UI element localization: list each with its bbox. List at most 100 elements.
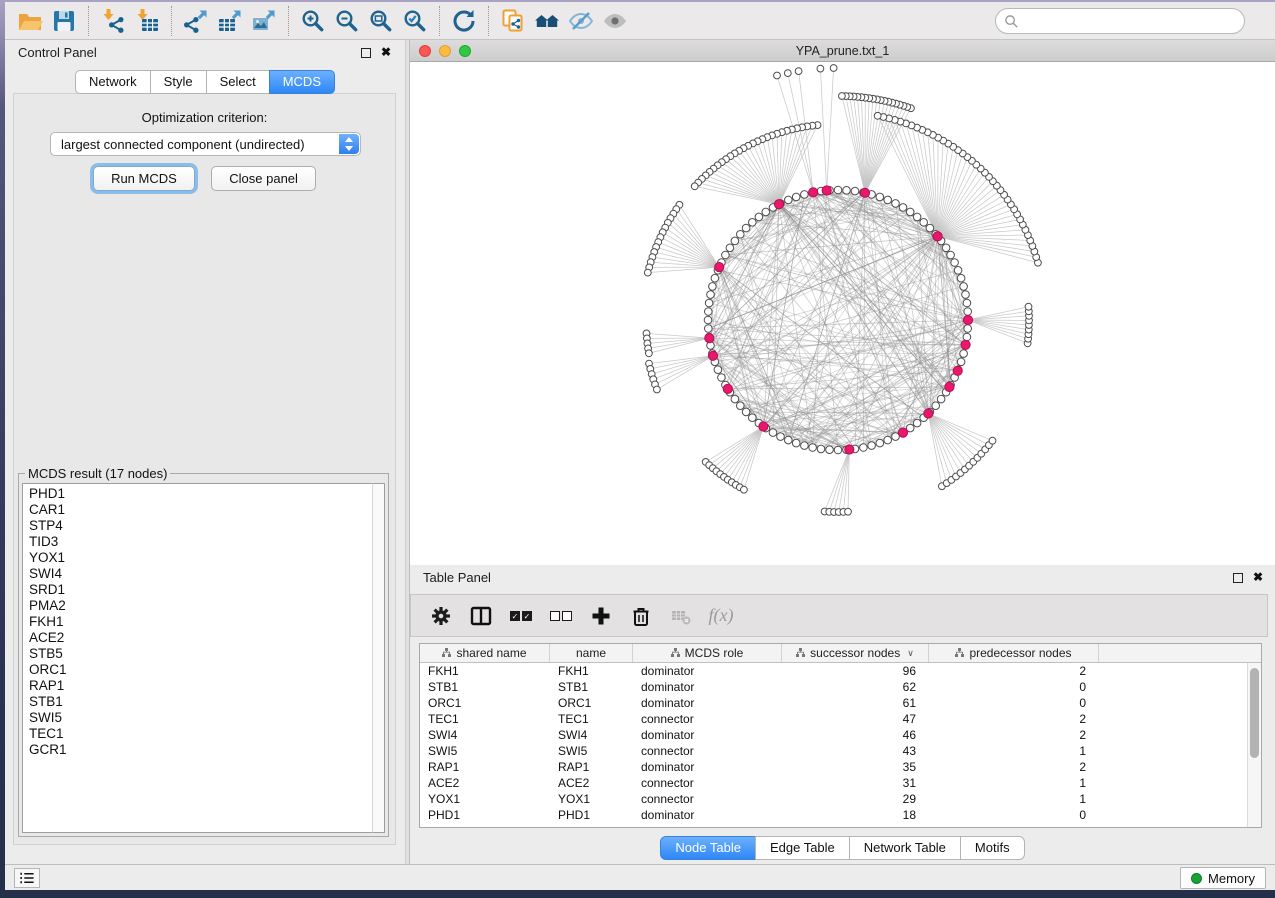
- column-header-predecessor-nodes[interactable]: predecessor nodes: [929, 644, 1099, 662]
- export-network-button[interactable]: [179, 6, 213, 36]
- search-input[interactable]: [1019, 11, 1244, 31]
- float-table-panel-icon[interactable]: [1233, 573, 1243, 583]
- delete-column-button[interactable]: [623, 599, 659, 633]
- mcds-result-item[interactable]: GCR1: [23, 742, 372, 758]
- mcds-result-item[interactable]: SWI5: [23, 710, 372, 726]
- mcds-result-item[interactable]: FKH1: [23, 614, 372, 630]
- zoom-fit-button[interactable]: [364, 6, 398, 36]
- table-tabs: Node TableEdge TableNetwork TableMotifs: [410, 836, 1275, 860]
- float-panel-icon[interactable]: [361, 48, 371, 58]
- table-cell: 96: [782, 664, 929, 678]
- memory-button[interactable]: Memory: [1180, 867, 1266, 889]
- first-neighbors-button[interactable]: [530, 6, 564, 36]
- network-canvas[interactable]: [410, 62, 1275, 565]
- network-window-titlebar: YPA_prune.txt_1: [410, 40, 1275, 62]
- mcds-result-item[interactable]: SWI4: [23, 566, 372, 582]
- add-column-button[interactable]: [583, 599, 619, 633]
- tab-node-table[interactable]: Node Table: [660, 836, 756, 860]
- tab-style[interactable]: Style: [150, 70, 207, 94]
- save-floppy-icon: [51, 8, 77, 34]
- table-cell: TEC1: [550, 712, 633, 726]
- export-image-button[interactable]: [247, 6, 281, 36]
- select-all-button[interactable]: ✓✓: [503, 599, 539, 633]
- run-mcds-button[interactable]: Run MCDS: [93, 166, 195, 191]
- table-row[interactable]: TEC1TEC1connector472: [420, 711, 1261, 727]
- table-cell: SWI5: [420, 744, 550, 758]
- show-all-button[interactable]: [598, 6, 632, 36]
- table-panel-title: Table Panel: [423, 570, 491, 585]
- eye-slash-icon: [568, 8, 594, 34]
- open-file-button[interactable]: [13, 6, 47, 36]
- refresh-icon: [451, 8, 477, 34]
- import-network-button[interactable]: [96, 6, 130, 36]
- tab-mcds[interactable]: MCDS: [269, 70, 335, 94]
- mcds-result-item[interactable]: STB5: [23, 646, 372, 662]
- hide-selected-button[interactable]: [564, 6, 598, 36]
- table-options-button[interactable]: [423, 599, 459, 633]
- table-row[interactable]: ACE2ACE2connector311: [420, 775, 1261, 791]
- tab-network[interactable]: Network: [75, 70, 151, 94]
- mcds-result-item[interactable]: SRD1: [23, 582, 372, 598]
- deselect-all-button[interactable]: [543, 599, 579, 633]
- delete-table-button[interactable]: [663, 599, 699, 633]
- tab-select[interactable]: Select: [206, 70, 270, 94]
- export-network-icon: [183, 8, 209, 34]
- mcds-list-scrollbar[interactable]: [372, 483, 385, 833]
- mcds-result-item[interactable]: ORC1: [23, 662, 372, 678]
- copy-network-button[interactable]: [496, 6, 530, 36]
- table-scrollbar[interactable]: [1247, 663, 1261, 827]
- table-cell: dominator: [633, 680, 782, 694]
- mcds-result-item[interactable]: TEC1: [23, 726, 372, 742]
- refresh-layout-button[interactable]: [447, 6, 481, 36]
- function-builder-button[interactable]: f(x): [703, 599, 739, 633]
- checked-checkbox-icon: ✓: [510, 611, 520, 621]
- close-panel-icon[interactable]: ✖: [381, 45, 391, 59]
- mcds-result-item[interactable]: PMA2: [23, 598, 372, 614]
- control-panel-title: Control Panel: [18, 45, 97, 60]
- mcds-result-item[interactable]: CAR1: [23, 502, 372, 518]
- task-history-button[interactable]: [14, 868, 40, 888]
- column-header-MCDS-role[interactable]: MCDS role: [633, 644, 782, 662]
- table-cell: 47: [782, 712, 929, 726]
- mcds-result-item[interactable]: YOX1: [23, 550, 372, 566]
- table-row[interactable]: ORC1ORC1dominator610: [420, 695, 1261, 711]
- mcds-result-item[interactable]: TID3: [23, 534, 372, 550]
- network-title: YPA_prune.txt_1: [410, 44, 1275, 58]
- column-header-successor-nodes[interactable]: successor nodes∨: [782, 644, 929, 662]
- show-column-button[interactable]: [463, 599, 499, 633]
- table-row[interactable]: FKH1FKH1dominator962: [420, 663, 1261, 679]
- criterion-dropdown[interactable]: largest connected component (undirected): [50, 132, 361, 156]
- close-mcds-panel-button[interactable]: Close panel: [211, 166, 316, 191]
- mcds-result-item[interactable]: ACE2: [23, 630, 372, 646]
- tree-hierarchy-icon: [671, 646, 680, 660]
- table-cell: dominator: [633, 808, 782, 822]
- zoom-in-button[interactable]: [296, 6, 330, 36]
- table-row[interactable]: RAP1RAP1dominator352: [420, 759, 1261, 775]
- control-panel-tabs: NetworkStyleSelectMCDS: [5, 70, 405, 94]
- zoom-selected-button[interactable]: [398, 6, 432, 36]
- mcds-result-item[interactable]: STB1: [23, 694, 372, 710]
- close-table-panel-icon[interactable]: ✖: [1253, 570, 1263, 584]
- table-scrollbar-thumb[interactable]: [1250, 668, 1259, 758]
- table-row[interactable]: SWI5SWI5connector431: [420, 743, 1261, 759]
- export-table-button[interactable]: [213, 6, 247, 36]
- tab-motifs[interactable]: Motifs: [960, 836, 1025, 860]
- mcds-result-item[interactable]: STP4: [23, 518, 372, 534]
- column-header-shared-name[interactable]: shared name: [420, 644, 550, 662]
- import-table-button[interactable]: [130, 6, 164, 36]
- table-row[interactable]: YOX1YOX1connector291: [420, 791, 1261, 807]
- table-body: FKH1FKH1dominator962STB1STB1dominator620…: [420, 663, 1261, 823]
- table-header-row: shared namenameMCDS rolesuccessor nodes∨…: [420, 644, 1261, 663]
- table-row[interactable]: PHD1PHD1dominator180: [420, 807, 1261, 823]
- mcds-result-item[interactable]: PHD1: [23, 486, 372, 502]
- table-row[interactable]: STB1STB1dominator620: [420, 679, 1261, 695]
- column-header-name[interactable]: name: [550, 644, 633, 662]
- table-cell: STB1: [550, 680, 633, 694]
- tab-edge-table[interactable]: Edge Table: [755, 836, 850, 860]
- tab-network-table[interactable]: Network Table: [849, 836, 961, 860]
- zoom-out-button[interactable]: [330, 6, 364, 36]
- mcds-result-list[interactable]: PHD1CAR1STP4TID3YOX1SWI4SRD1PMA2FKH1ACE2…: [22, 483, 372, 833]
- table-row[interactable]: SWI4SWI4dominator462: [420, 727, 1261, 743]
- mcds-result-item[interactable]: RAP1: [23, 678, 372, 694]
- save-session-button[interactable]: [47, 6, 81, 36]
